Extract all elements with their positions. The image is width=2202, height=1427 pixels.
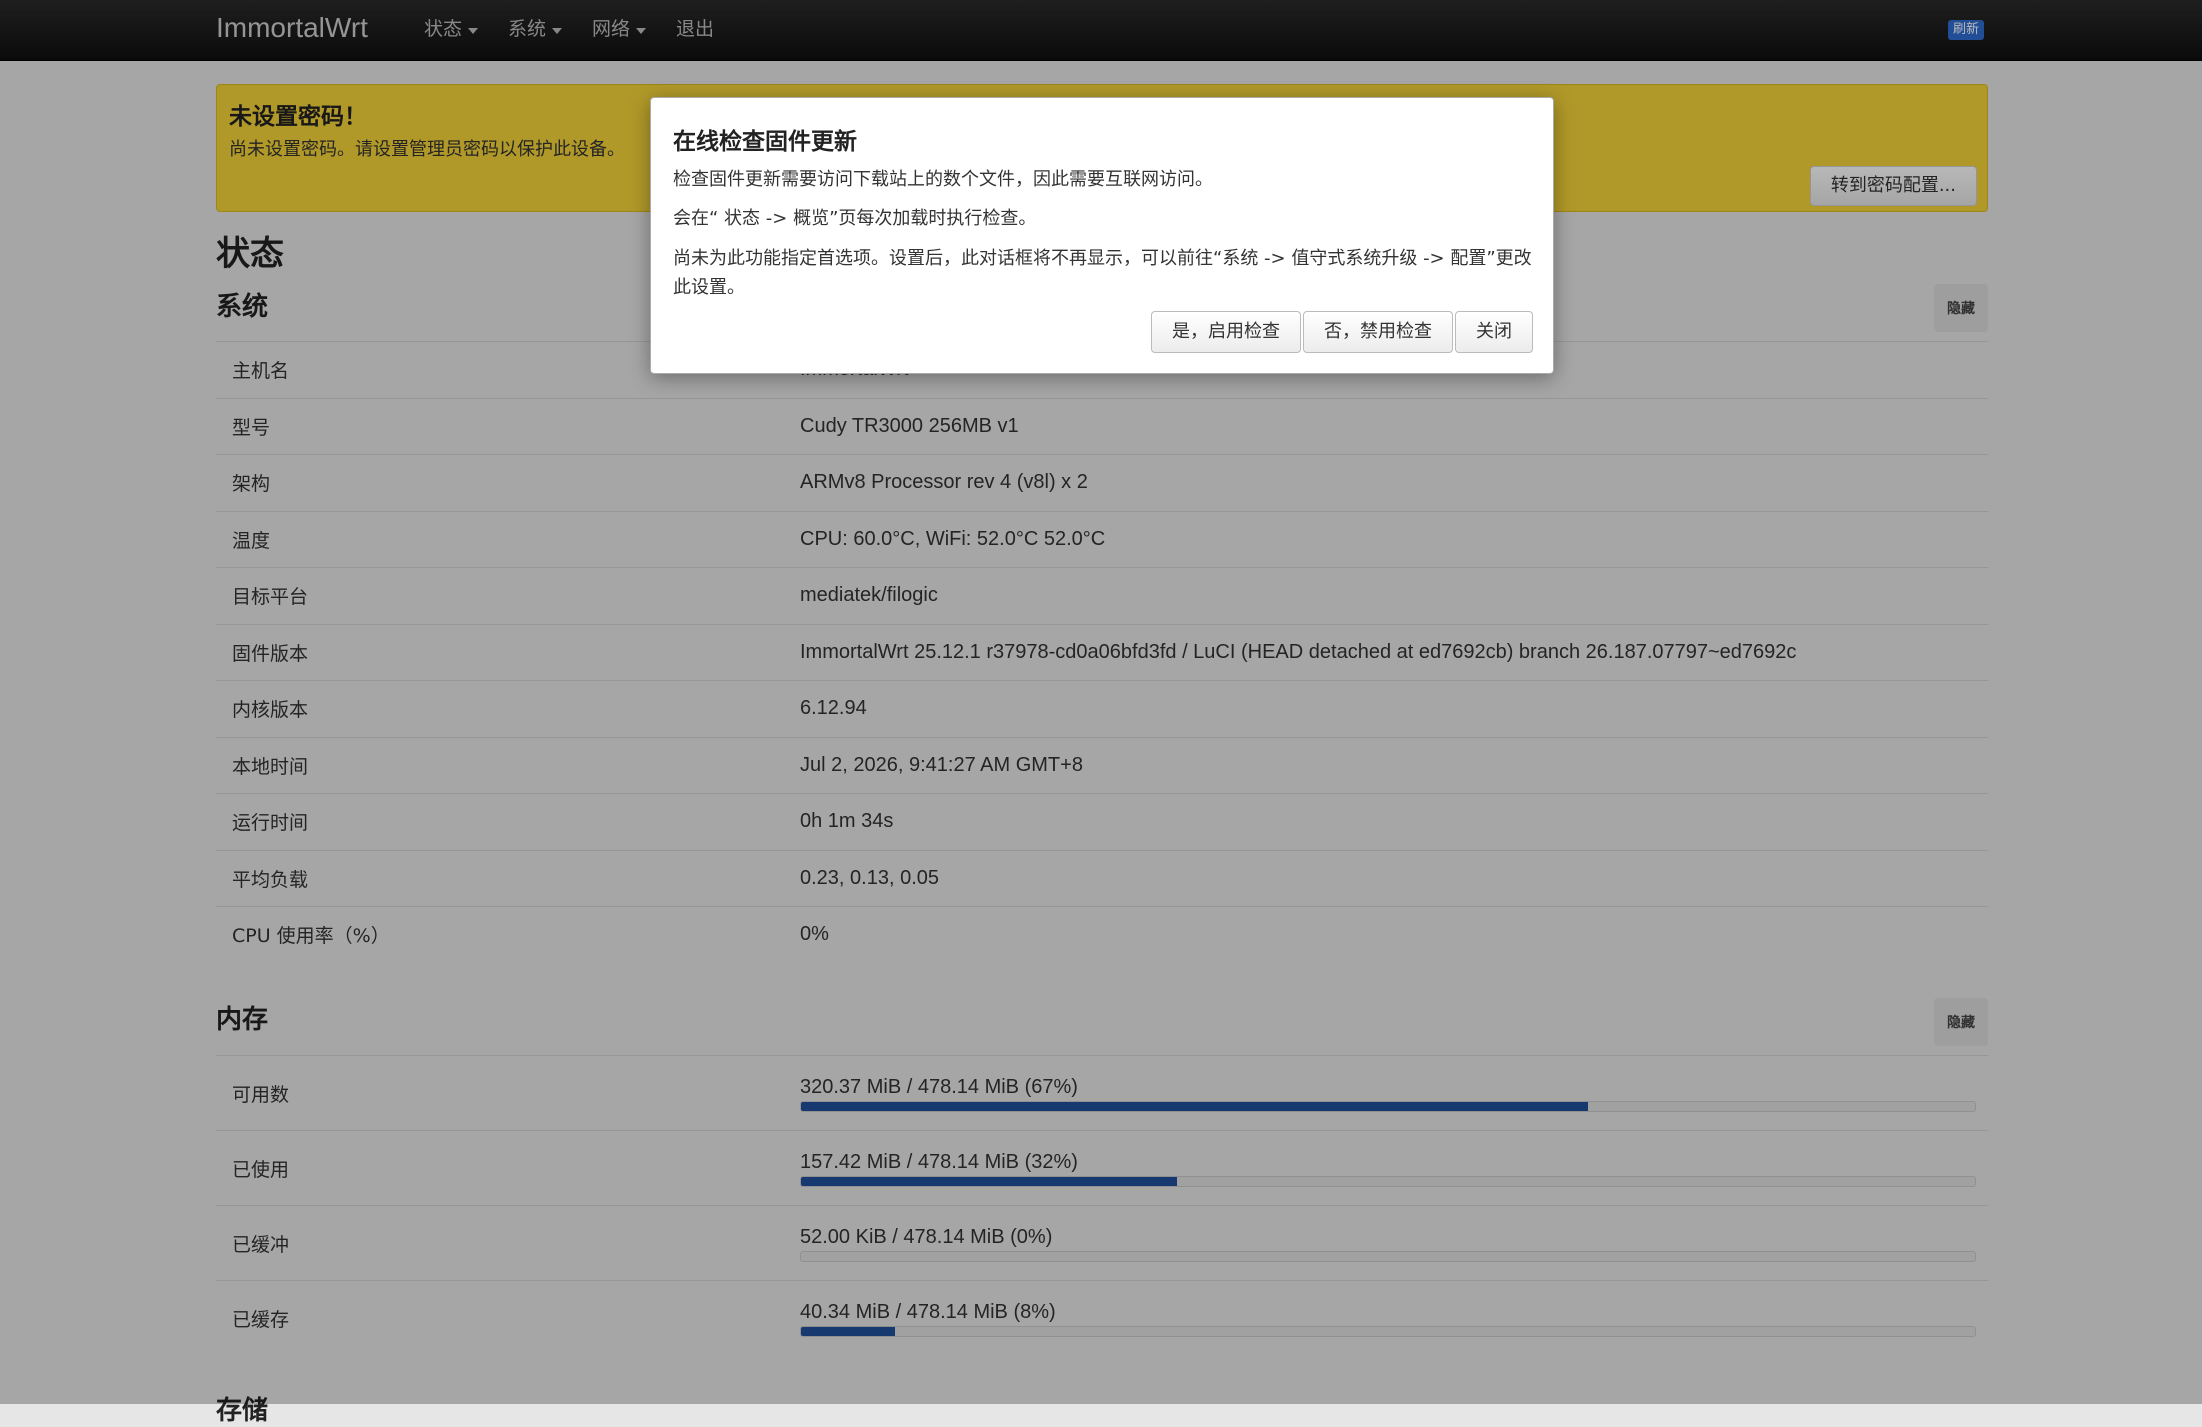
dialog-actions: 是，启用检查 否，禁用检查 关闭 (1149, 311, 1533, 353)
firmware-update-dialog: 在线检查固件更新 检查固件更新需要访问下载站上的数个文件，因此需要互联网访问。 … (650, 97, 1554, 374)
dialog-text-1: 检查固件更新需要访问下载站上的数个文件，因此需要互联网访问。 (673, 169, 1213, 190)
close-button[interactable]: 关闭 (1455, 311, 1533, 353)
enable-check-button[interactable]: 是，启用检查 (1151, 311, 1301, 353)
disable-check-button[interactable]: 否，禁用检查 (1303, 311, 1453, 353)
dialog-title: 在线检查固件更新 (673, 129, 857, 155)
dialog-text-2: 会在“ 状态 -> 概览”页每次加载时执行检查。 (673, 208, 1037, 229)
dialog-text-3: 尚未为此功能指定首选项。设置后，此对话框将不再显示，可以前往“系统 -> 值守式… (673, 248, 1532, 298)
